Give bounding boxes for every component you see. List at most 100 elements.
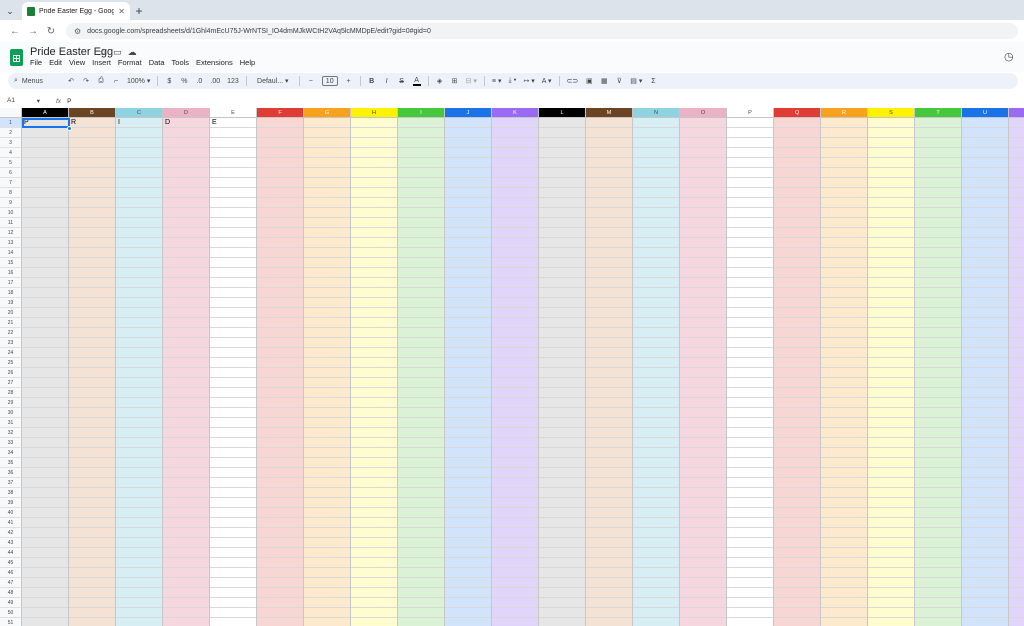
row-header[interactable]: 30: [0, 408, 22, 418]
row-header[interactable]: 26: [0, 368, 22, 378]
cloud-status-icon[interactable]: ☁: [128, 47, 137, 58]
column-cells[interactable]: [774, 118, 821, 626]
strikethrough-button[interactable]: S: [398, 78, 406, 85]
column-cells[interactable]: [539, 118, 586, 626]
sheets-logo-icon[interactable]: [10, 49, 23, 66]
row-header[interactable]: 43: [0, 538, 22, 548]
menu-format[interactable]: Format: [118, 58, 142, 67]
row-header[interactable]: 34: [0, 448, 22, 458]
insert-comment-icon[interactable]: ▣: [585, 77, 593, 85]
column-header-o[interactable]: O: [680, 108, 727, 118]
row-header[interactable]: 40: [0, 508, 22, 518]
borders-icon[interactable]: ⊞: [451, 77, 459, 85]
row-header[interactable]: 7: [0, 178, 22, 188]
menu-insert[interactable]: Insert: [92, 58, 111, 67]
italic-button[interactable]: I: [383, 78, 391, 85]
row-header[interactable]: 8: [0, 188, 22, 198]
row-header[interactable]: 6: [0, 168, 22, 178]
column-cells[interactable]: [351, 118, 398, 626]
fill-handle[interactable]: [67, 126, 72, 131]
column-cells[interactable]: [116, 118, 163, 626]
insert-chart-icon[interactable]: ▦: [600, 77, 608, 85]
row-header[interactable]: 33: [0, 438, 22, 448]
column-cells[interactable]: [586, 118, 633, 626]
row-header[interactable]: 12: [0, 228, 22, 238]
column-cells[interactable]: [915, 118, 962, 626]
column-header-r[interactable]: R: [821, 108, 868, 118]
column-cells[interactable]: [1009, 118, 1024, 626]
column-cells[interactable]: [962, 118, 1009, 626]
row-header[interactable]: 37: [0, 478, 22, 488]
font-size-field[interactable]: 10: [321, 76, 338, 86]
vertical-align-icon[interactable]: ⤓ ▾: [508, 77, 516, 85]
text-wrap-icon[interactable]: ↦ ▾: [523, 77, 534, 85]
column-header-f[interactable]: F: [257, 108, 304, 118]
row-header[interactable]: 42: [0, 528, 22, 538]
row-header[interactable]: 38: [0, 488, 22, 498]
column-header-u[interactable]: U: [962, 108, 1009, 118]
menu-file[interactable]: File: [30, 58, 42, 67]
row-header[interactable]: 24: [0, 348, 22, 358]
row-header[interactable]: 3: [0, 138, 22, 148]
row-header[interactable]: 19: [0, 298, 22, 308]
filter-icon[interactable]: ⊽: [615, 77, 623, 85]
column-header-i[interactable]: I: [398, 108, 445, 118]
move-folder-icon[interactable]: ▭: [113, 47, 122, 58]
cell-value[interactable]: I: [116, 118, 120, 128]
select-all-corner[interactable]: [0, 108, 22, 118]
decrease-decimal-button[interactable]: .0: [195, 78, 203, 85]
row-header[interactable]: 25: [0, 358, 22, 368]
column-header-j[interactable]: J: [445, 108, 492, 118]
menu-edit[interactable]: Edit: [49, 58, 62, 67]
row-header[interactable]: 5: [0, 158, 22, 168]
tab-list-chevron-icon[interactable]: ⌄: [0, 2, 20, 20]
version-history-icon[interactable]: ◷: [1004, 50, 1014, 63]
column-cells[interactable]: [821, 118, 868, 626]
row-header[interactable]: 1: [0, 118, 22, 128]
star-icon[interactable]: ☆: [99, 47, 107, 58]
back-arrow-icon[interactable]: ←: [6, 22, 24, 40]
column-header-e[interactable]: E: [210, 108, 257, 118]
fill-color-icon[interactable]: ◈: [436, 77, 444, 85]
column-header-q[interactable]: Q: [774, 108, 821, 118]
print-icon[interactable]: ⎙: [97, 77, 105, 85]
column-cells[interactable]: [680, 118, 727, 626]
forward-arrow-icon[interactable]: →: [24, 22, 42, 40]
row-header[interactable]: 44: [0, 548, 22, 558]
column-cells[interactable]: [257, 118, 304, 626]
redo-icon[interactable]: ↷: [82, 77, 90, 85]
row-header[interactable]: 48: [0, 588, 22, 598]
column-header-l[interactable]: L: [539, 108, 586, 118]
functions-button[interactable]: Σ: [649, 78, 657, 85]
row-header[interactable]: 36: [0, 468, 22, 478]
url-field[interactable]: ⚙ docs.google.com/spreadsheets/d/1Ghl4mE…: [66, 23, 1018, 39]
row-header[interactable]: 31: [0, 418, 22, 428]
merge-cells-icon[interactable]: ⊟ ▾: [466, 77, 477, 85]
new-tab-button[interactable]: +: [130, 2, 148, 20]
zoom-select[interactable]: 100% ▾: [127, 77, 150, 86]
row-header[interactable]: 4: [0, 148, 22, 158]
column-header-p[interactable]: P: [727, 108, 774, 118]
row-header[interactable]: 45: [0, 558, 22, 568]
column-header-next[interactable]: [1009, 108, 1024, 118]
row-header[interactable]: 20: [0, 308, 22, 318]
row-header[interactable]: 22: [0, 328, 22, 338]
row-header[interactable]: 18: [0, 288, 22, 298]
row-header[interactable]: 29: [0, 398, 22, 408]
row-header[interactable]: 9: [0, 198, 22, 208]
row-header[interactable]: 27: [0, 378, 22, 388]
row-header[interactable]: 11: [0, 218, 22, 228]
search-menus-button[interactable]: ⌕ Menus: [14, 77, 60, 85]
site-info-icon[interactable]: ⚙: [74, 27, 81, 36]
menu-extensions[interactable]: Extensions: [196, 58, 233, 67]
spreadsheet-grid[interactable]: A B C D E F G H I J K L M N O P Q R S T U 1 2 3 4 5 6 7 8 9 10 11 12 13 14…: [0, 108, 1024, 626]
column-header-s[interactable]: S: [868, 108, 915, 118]
column-cells[interactable]: [398, 118, 445, 626]
column-header-k[interactable]: K: [492, 108, 539, 118]
horizontal-align-icon[interactable]: ≡ ▾: [492, 77, 502, 85]
column-cells[interactable]: [163, 118, 210, 626]
increase-decimal-button[interactable]: .00: [210, 78, 220, 85]
row-header[interactable]: 10: [0, 208, 22, 218]
column-cells[interactable]: [633, 118, 680, 626]
column-cells[interactable]: [492, 118, 539, 626]
